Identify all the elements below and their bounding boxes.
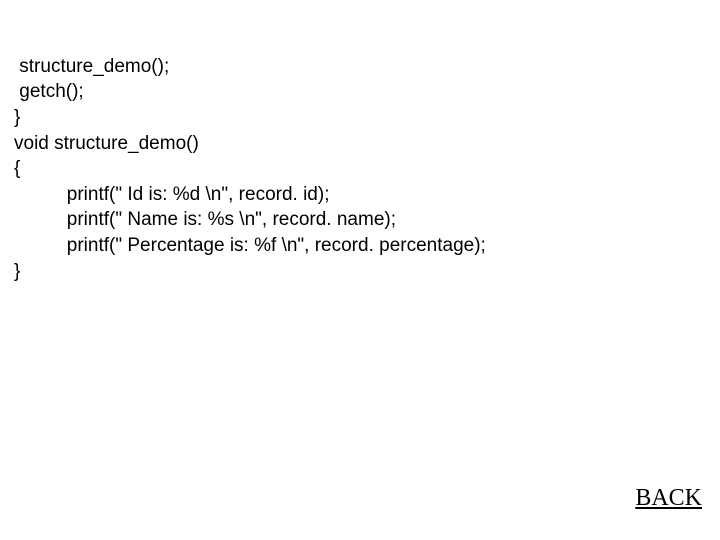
code-line: }	[14, 107, 20, 128]
code-line: {	[14, 158, 20, 179]
back-link[interactable]: BACK	[635, 485, 702, 512]
code-line: structure_demo();	[14, 56, 169, 77]
code-line: printf(" Percentage is: %f \n", record. …	[14, 235, 486, 256]
code-line: void structure_demo()	[14, 133, 199, 154]
code-block: structure_demo(); getch(); } void struct…	[14, 28, 486, 310]
code-line: printf(" Id is: %d \n", record. id);	[14, 184, 329, 205]
code-line: printf(" Name is: %s \n", record. name);	[14, 209, 396, 230]
code-line: }	[14, 261, 20, 282]
slide-page: structure_demo(); getch(); } void struct…	[0, 0, 720, 540]
code-line: getch();	[14, 81, 84, 102]
